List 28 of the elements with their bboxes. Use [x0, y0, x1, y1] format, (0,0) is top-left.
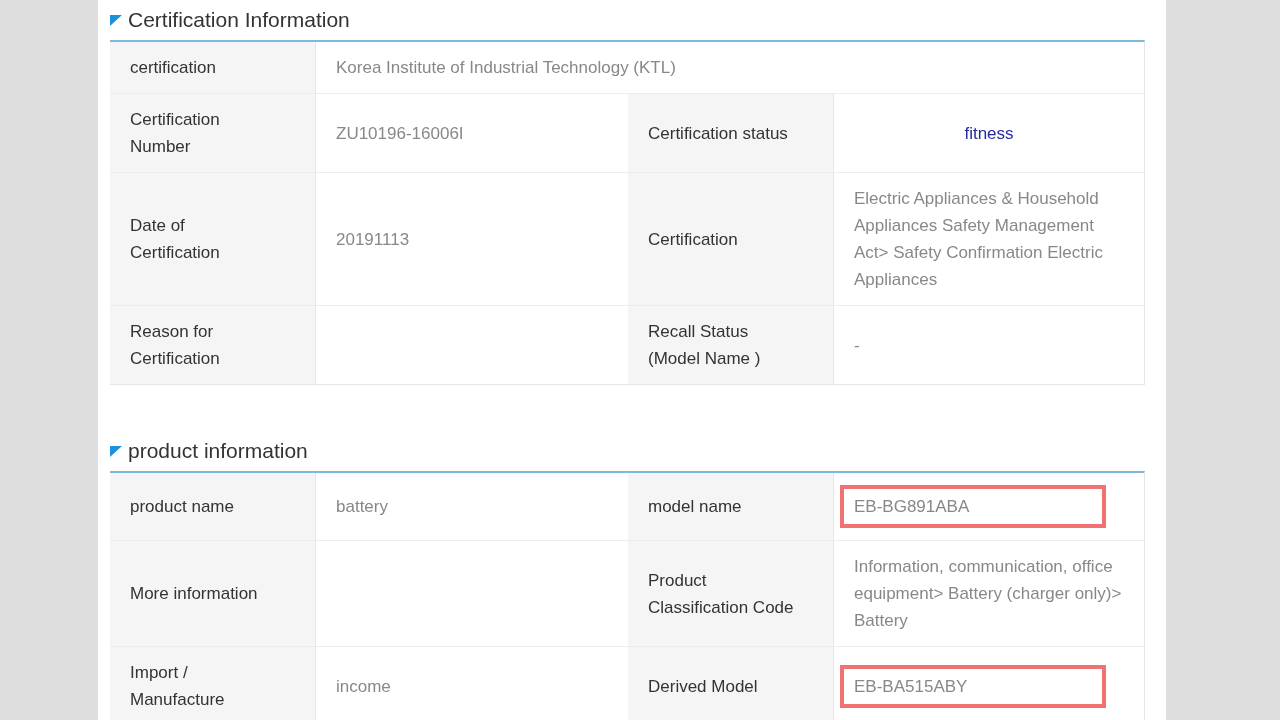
field-value: income — [336, 675, 391, 698]
field-label: Certification status — [648, 122, 788, 145]
field-value: Information, communication, office equipment> Battery (charger only)> Battery — [854, 556, 1123, 632]
field-label: certification — [130, 57, 216, 79]
field-label: Certification Number — [130, 109, 221, 158]
field-label: Derived Model — [648, 675, 758, 698]
field-value: ZU10196-16006I — [336, 122, 464, 145]
field-label: model name — [648, 496, 742, 518]
field-value: fitness — [963, 122, 1015, 145]
field-label: Import / Manufacture — [130, 662, 226, 711]
field-label: More information — [130, 583, 258, 605]
field-value: Electric Appliances & Household Appliances Safety Management Act> Safety Confirmation Electric Appliances — [854, 188, 1104, 291]
triangle-icon — [110, 445, 122, 457]
triangle-icon — [110, 14, 122, 26]
field-value: battery — [336, 496, 388, 518]
field-label: Product Classification Code — [648, 569, 795, 619]
field-label: Certification — [648, 228, 738, 251]
field-value: - — [854, 334, 860, 357]
field-label: Recall Status (Model Name ) — [648, 321, 762, 370]
field-label: Date of Certification — [130, 215, 221, 264]
field-label: product name — [130, 496, 234, 518]
field-value: Korea Institute of Industrial Technology (KTL) — [336, 57, 676, 79]
field-value: EB-BA515ABY — [840, 664, 1106, 708]
field-label: Reason for Certification — [130, 321, 221, 370]
field-value: EB-BG891ABA — [840, 485, 1106, 528]
section-title: Certification Information — [128, 7, 350, 34]
field-value: 20191113 — [336, 228, 410, 251]
section-title: product information — [128, 438, 308, 465]
